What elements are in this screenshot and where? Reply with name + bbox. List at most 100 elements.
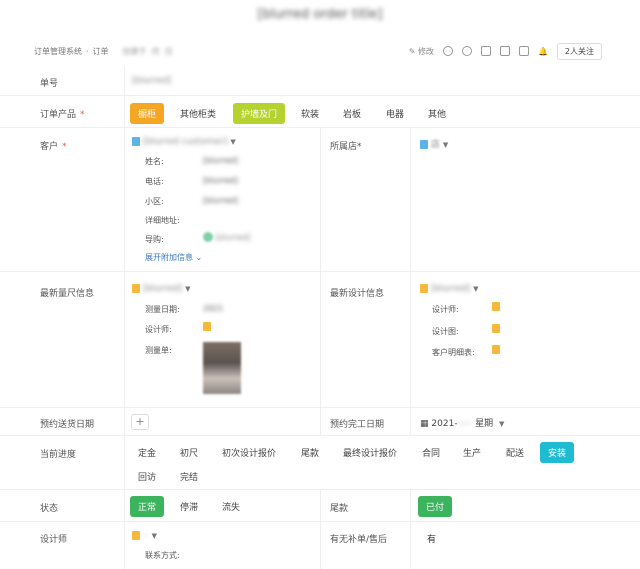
designer-name: ·· [142, 531, 149, 541]
product-option-soft[interactable]: 软装 [293, 103, 327, 124]
column-divider [320, 272, 321, 408]
product-option-cabinet[interactable]: 橱柜 [130, 103, 165, 124]
edit-button[interactable]: ✎ 修改 [409, 46, 434, 57]
breadcrumb-sep: · [86, 46, 89, 56]
customer-name-label: 姓名: [145, 157, 164, 166]
chevron-down-icon: ▼ [230, 138, 236, 146]
doc-icon [492, 302, 500, 311]
order-no-label: 单号 [40, 79, 59, 89]
column-divider [410, 128, 411, 272]
measure-sheet-thumbnail[interactable] [203, 342, 241, 394]
progress-step-delivery[interactable]: 配送 [498, 442, 532, 463]
status-label: 状态 [40, 504, 59, 514]
column-divider [410, 490, 411, 522]
follow-button[interactable]: 2人关注 [556, 42, 602, 60]
product-label: 订单产品 * [40, 107, 85, 120]
edit-label: 修改 [417, 46, 434, 56]
store-value: 店 [430, 140, 440, 150]
product-option-slate[interactable]: 岩板 [335, 103, 369, 124]
row-designer: 设计师 ·· ▼ 联系方式: 有无补单/售后 有 [0, 522, 640, 569]
avatar [203, 232, 213, 242]
status-option-normal[interactable]: 正常 [130, 496, 165, 517]
store-select[interactable]: 店 ▼ [420, 137, 448, 150]
row-status: 状态 正常 停滞 流失 尾款 已付 [0, 490, 640, 522]
share-icon[interactable] [442, 46, 453, 56]
copy-icon[interactable] [480, 46, 491, 56]
customer-label: 客户 * [40, 139, 67, 152]
row-product: 订单产品 * 橱柜 其他柜类 护墙及门 软装 岩板 电器 其他 [0, 96, 640, 128]
doc-icon [132, 531, 140, 540]
doc-icon [492, 345, 500, 354]
measure-select[interactable]: [blurred] ▼ [132, 284, 191, 294]
progress-step-final-quote[interactable]: 最终设计报价 [335, 442, 405, 463]
product-option-wall-door[interactable]: 护墙及门 [233, 103, 286, 124]
designer-select[interactable]: ·· ▼ [132, 531, 157, 541]
customer-community-value: [blurred] [203, 196, 238, 205]
progress-step-complete[interactable]: 完结 [172, 466, 206, 487]
breadcrumb-current[interactable]: 订单 [93, 46, 109, 57]
design-detail-file[interactable] [492, 345, 500, 354]
measure-label: 最新量尺信息 [40, 289, 95, 299]
store-label: 所属店* [330, 139, 362, 152]
design-select[interactable]: [blurred] ▼ [420, 284, 479, 294]
customer-select[interactable]: [blurred customer] ▼ [132, 137, 236, 147]
breadcrumb: 订单管理系统 · 订单 创建于 ·月 ·日 [34, 46, 173, 57]
completion-date-select[interactable]: ▦ 2021-··-·· 星期· ▼ [420, 416, 504, 429]
lock-icon[interactable] [499, 46, 510, 56]
completion-label: 预约完工日期 [330, 420, 385, 430]
add-delivery-date-button[interactable]: + [131, 414, 149, 430]
chat-icon[interactable] [461, 46, 472, 56]
chevron-down-icon: ▼ [499, 420, 505, 428]
product-option-appliance[interactable]: 电器 [378, 103, 412, 124]
status-option-lost[interactable]: 流失 [214, 496, 248, 517]
measure-date-label: 测量日期: [145, 305, 180, 314]
guide-name: [blurred] [215, 232, 251, 242]
design-designer-value [492, 302, 500, 311]
product-label-text: 订单产品 [40, 110, 77, 120]
bell-icon[interactable]: 🔔 [538, 47, 548, 56]
customer-label-text: 客户 [40, 142, 59, 152]
progress-step-deposit[interactable]: 定金 [130, 442, 164, 463]
completion-weekday: 星期 [475, 419, 494, 429]
design-drawing-file[interactable] [492, 324, 500, 333]
design-record: [blurred] [430, 284, 471, 294]
progress-step-contract[interactable]: 合同 [414, 442, 448, 463]
archive-icon[interactable] [518, 46, 529, 56]
supplement-value[interactable]: 有 [427, 532, 436, 545]
measure-designer-value: · [203, 322, 216, 331]
progress-step-first-quote[interactable]: 初次设计报价 [214, 442, 284, 463]
measure-designer-label: 设计师: [145, 325, 172, 334]
design-label: 最新设计信息 [330, 289, 385, 299]
customer-address-label: 详细地址: [145, 216, 180, 225]
status-option-stalled[interactable]: 停滞 [172, 496, 206, 517]
column-divider [410, 408, 411, 436]
customer-community-label: 小区: [145, 197, 164, 206]
measure-date-value: 2021 [203, 304, 224, 313]
delivery-label: 预约送货日期 [40, 420, 95, 430]
required-mark: * [357, 142, 362, 152]
customer-phone-value: [blurred] [203, 176, 238, 185]
product-option-other-cabinet[interactable]: 其他柜类 [172, 103, 224, 124]
calendar-icon [420, 284, 428, 293]
balance-paid-badge[interactable]: 已付 [418, 496, 453, 517]
row-progress: 当前进度 定金 初尺 初次设计报价 尾款 最终设计报价 合同 生产 配送 安装 … [0, 436, 640, 490]
customer-record: [blurred customer] [142, 137, 228, 147]
expand-more-info-link[interactable]: 展开附加信息 ⌄ [145, 252, 202, 263]
doc-icon [492, 324, 500, 333]
design-drawing-label: 设计图: [432, 327, 459, 336]
created-meta: 创建于 ·月 ·日 [122, 46, 173, 56]
progress-step-revisit[interactable]: 回访 [130, 466, 164, 487]
guide-avatar: [blurred] [203, 232, 250, 242]
customer-name-value: [blurred] [203, 156, 238, 165]
progress-step-production[interactable]: 生产 [455, 442, 489, 463]
progress-step-first-measure[interactable]: 初尺 [172, 442, 206, 463]
breadcrumb-system[interactable]: 订单管理系统 [34, 46, 82, 57]
completion-weekday-blurred: · [493, 419, 497, 429]
progress-step-install[interactable]: 安装 [540, 442, 575, 463]
expand-label: 展开附加信息 [145, 253, 193, 262]
required-mark: * [62, 142, 67, 152]
completion-date-blurred: ··-·· [457, 419, 473, 429]
column-divider [410, 272, 411, 408]
product-option-other[interactable]: 其他 [420, 103, 454, 124]
progress-step-balance[interactable]: 尾款 [293, 442, 327, 463]
